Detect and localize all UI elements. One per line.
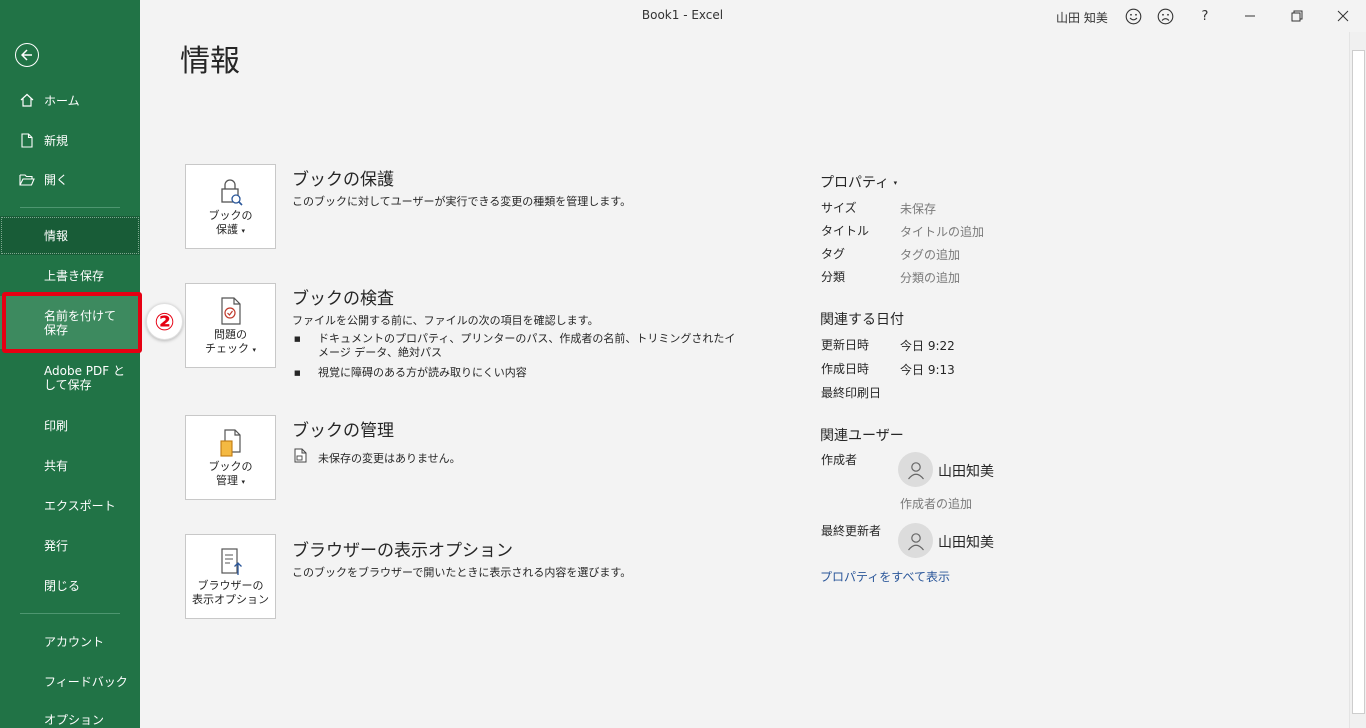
- section-title: ブラウザーの表示オプション: [292, 541, 513, 561]
- sidebar-item-save-as[interactable]: 名前を付けて保存: [0, 296, 140, 349]
- property-value-size: 未保存: [900, 202, 937, 216]
- inspect-document-icon: [221, 297, 241, 325]
- date-value-modified: 今日 9:22: [900, 339, 955, 353]
- back-button[interactable]: [15, 43, 39, 67]
- smile-feedback-icon[interactable]: [1123, 6, 1143, 26]
- sidebar-item-new[interactable]: 新規: [0, 130, 140, 150]
- section-description: ファイルを公開する前に、ファイルの次の項目を確認します。: [292, 314, 599, 327]
- button-label: ブックの 管理 ▾: [208, 460, 253, 487]
- sidebar-item-label: 上書き保存: [44, 268, 105, 283]
- property-value-title[interactable]: タイトルの追加: [900, 223, 984, 240]
- folder-open-icon: [19, 171, 35, 187]
- sidebar-item-print[interactable]: 印刷: [0, 415, 140, 435]
- button-label: 問題の チェック ▾: [204, 328, 256, 355]
- backstage-sidebar: ホーム 新規 開く 情報 上書き保存 名前を付けて保存 Adobe PDF とし…: [0, 0, 140, 728]
- person-icon: [907, 461, 924, 479]
- sidebar-item-label: 印刷: [44, 418, 69, 433]
- property-key-title: タイトル: [821, 224, 870, 238]
- sidebar-item-label: 開く: [44, 172, 69, 187]
- sidebar-item-label: Adobe PDF として保存: [44, 364, 125, 392]
- property-key-size: サイズ: [821, 201, 857, 215]
- property-key-tags: タグ: [821, 247, 846, 261]
- section-description: 未保存の変更はありません。: [318, 452, 461, 465]
- sidebar-divider: [20, 207, 120, 208]
- browser-view-icon: [221, 548, 242, 575]
- sidebar-item-label: オプション: [44, 713, 105, 727]
- frown-feedback-icon[interactable]: [1155, 6, 1175, 26]
- page-title: 情報: [180, 44, 240, 79]
- date-key-modified: 更新日時: [821, 338, 870, 352]
- section-title: ブックの検査: [292, 289, 394, 309]
- sidebar-item-info[interactable]: 情報: [0, 216, 140, 255]
- sidebar-item-label: 新規: [44, 133, 69, 148]
- sidebar-divider: [20, 613, 120, 614]
- inspect-bullet-item: 視覚に障碍のある方が読み取りにくい内容: [294, 366, 742, 380]
- related-people-header: 関連ユーザー: [820, 428, 904, 444]
- person-icon: [907, 532, 924, 550]
- sidebar-item-adobe-pdf[interactable]: Adobe PDF として保存: [0, 362, 140, 394]
- add-author-link[interactable]: 作成者の追加: [900, 495, 972, 512]
- date-value-created: 今日 9:13: [900, 363, 955, 377]
- button-label: ブラウザーの 表示オプション: [192, 579, 269, 606]
- inspect-bullet-item: ドキュメントのプロパティ、プリンターのパス、作成者の名前、トリミングされたイメー…: [294, 332, 742, 360]
- property-value-category[interactable]: 分類の追加: [900, 269, 960, 286]
- section-description: このブックに対してユーザーが実行できる変更の種類を管理します。: [292, 195, 632, 208]
- sidebar-item-export[interactable]: エクスポート: [0, 495, 140, 515]
- sidebar-item-label: 閉じる: [44, 578, 81, 593]
- restore-icon[interactable]: [1287, 6, 1307, 26]
- sidebar-item-label: 共有: [44, 458, 69, 473]
- section-description: このブックをブラウザーで開いたときに表示される内容を選びます。: [292, 566, 632, 579]
- protect-workbook-button[interactable]: ブックの 保護 ▾: [185, 164, 276, 249]
- sidebar-item-share[interactable]: 共有: [0, 455, 140, 475]
- title-bar: Book1 - Excel 山田 知美 ?: [140, 0, 1366, 32]
- sidebar-item-label: 名前を付けて保存: [44, 308, 117, 337]
- sidebar-item-home[interactable]: ホーム: [0, 90, 140, 110]
- minimize-icon[interactable]: [1240, 6, 1260, 26]
- back-arrow-icon: [21, 49, 32, 61]
- vertical-scrollbar[interactable]: [1349, 32, 1366, 728]
- sidebar-item-label: フィードバック: [44, 674, 128, 689]
- date-key-last-printed: 最終印刷日: [821, 386, 882, 400]
- sidebar-item-feedback[interactable]: フィードバック: [0, 671, 140, 691]
- avatar: [898, 452, 933, 487]
- sidebar-item-label: アカウント: [44, 634, 105, 649]
- last-modified-by-name[interactable]: 山田知美: [938, 532, 994, 552]
- account-name[interactable]: 山田 知美: [1056, 9, 1108, 26]
- last-modified-by-label: 最終更新者: [821, 524, 882, 538]
- lock-icon: [221, 179, 243, 206]
- section-title: ブックの管理: [292, 421, 394, 441]
- date-key-created: 作成日時: [821, 362, 870, 376]
- sidebar-item-save[interactable]: 上書き保存: [0, 265, 140, 285]
- author-name[interactable]: 山田知美: [938, 461, 994, 481]
- manage-workbook-button[interactable]: ブックの 管理 ▾: [185, 415, 276, 500]
- properties-dropdown[interactable]: プロパティ ▾: [820, 172, 897, 192]
- author-label: 作成者: [821, 453, 858, 467]
- sidebar-item-label: ホーム: [44, 93, 80, 108]
- step-number-badge: ②: [146, 303, 183, 340]
- home-icon: [19, 92, 35, 108]
- help-icon[interactable]: ?: [1195, 6, 1215, 26]
- button-label: ブックの 保護 ▾: [208, 209, 253, 236]
- new-document-icon: [19, 132, 35, 148]
- property-value-tags[interactable]: タグの追加: [900, 246, 960, 263]
- related-dates-header: 関連する日付: [820, 312, 904, 328]
- sidebar-item-account[interactable]: アカウント: [0, 631, 140, 651]
- sidebar-item-open[interactable]: 開く: [0, 169, 140, 189]
- show-all-properties-link[interactable]: プロパティをすべて表示: [820, 568, 950, 585]
- close-icon[interactable]: [1333, 6, 1353, 26]
- section-title: ブックの保護: [292, 170, 394, 190]
- sidebar-item-label: 発行: [44, 538, 69, 553]
- sidebar-item-publish[interactable]: 発行: [0, 535, 140, 555]
- sidebar-item-close[interactable]: 閉じる: [0, 575, 140, 595]
- sidebar-item-label: 情報: [44, 229, 69, 243]
- browser-view-options-button[interactable]: ブラウザーの 表示オプション: [185, 534, 276, 619]
- document-icon: [294, 448, 307, 463]
- sidebar-item-options[interactable]: オプション: [0, 711, 140, 728]
- avatar: [898, 523, 933, 558]
- check-for-issues-button[interactable]: 問題の チェック ▾: [185, 283, 276, 368]
- scroll-thumb[interactable]: [1352, 50, 1365, 714]
- property-key-category: 分類: [821, 270, 846, 284]
- sidebar-item-label: エクスポート: [44, 498, 116, 513]
- manage-workbook-icon: [220, 429, 241, 457]
